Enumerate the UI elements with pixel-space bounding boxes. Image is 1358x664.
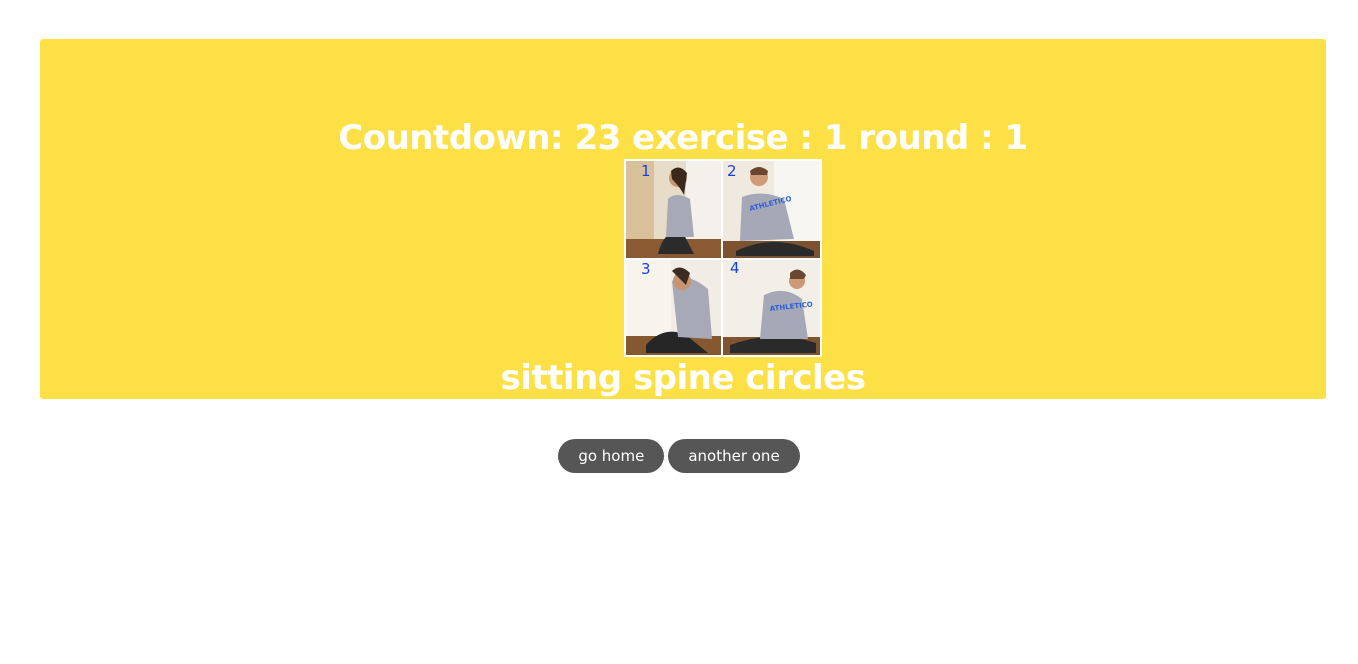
status-heading: Countdown: 23 exercise : 1 round : 1: [40, 117, 1326, 159]
panel-number-3: 3: [641, 260, 651, 278]
exercise-value: 1: [823, 118, 848, 158]
go-home-button[interactable]: go home: [558, 439, 665, 473]
action-buttons: go home another one: [0, 439, 1358, 473]
round-value: 1: [1004, 118, 1029, 158]
panel-number-4: 4: [730, 259, 740, 277]
another-one-button[interactable]: another one: [668, 439, 800, 473]
exercise-name: sitting spine circles: [500, 358, 866, 398]
image-panel-1: 1: [626, 161, 721, 258]
panel-number-1: 1: [641, 162, 651, 180]
countdown-value: 23: [574, 118, 622, 158]
exercise-image: 1 ATHLETICO 2 3 ATHLETICO 4: [624, 159, 822, 357]
exercise-card: Countdown: 23 exercise : 1 round : 1 1 A…: [40, 39, 1326, 399]
exercise-label: exercise :: [632, 118, 813, 158]
image-panel-4: ATHLETICO 4: [723, 259, 820, 355]
countdown-label: Countdown:: [338, 118, 564, 158]
round-label: round :: [858, 118, 994, 158]
image-panel-2: ATHLETICO 2: [723, 161, 820, 258]
panel-number-2: 2: [727, 162, 737, 180]
image-panel-3: 3: [626, 260, 721, 355]
